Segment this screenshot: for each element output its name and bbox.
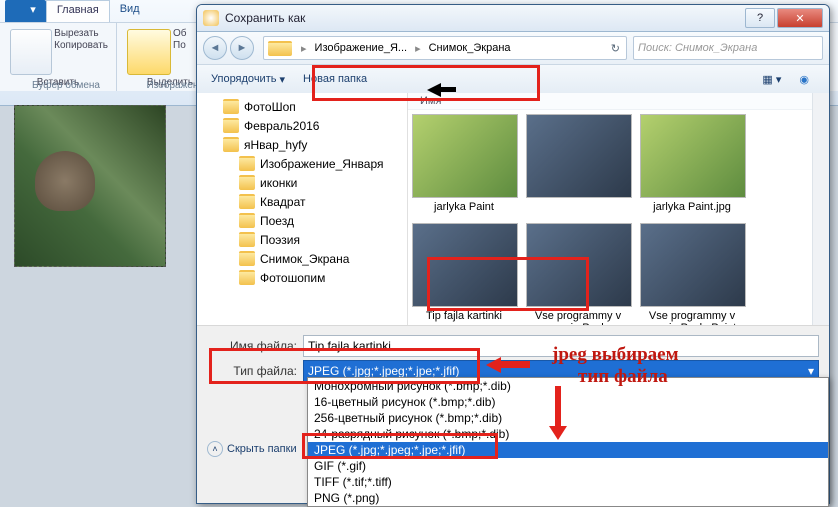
file-thumb[interactable]: Vse programmy v menju Pusk: [526, 223, 630, 334]
filename-label: Имя файла:: [207, 339, 303, 353]
tree-item-label: Снимок_Экрана: [260, 252, 349, 266]
tree-item-label: Изображение_Января: [260, 157, 384, 171]
annotation-text-2: тип файла: [578, 367, 668, 387]
tree-item-label: Фотошопим: [260, 271, 325, 285]
folder-icon: [239, 175, 255, 190]
tree-item[interactable]: Поезд: [197, 211, 407, 230]
file-thumb[interactable]: [526, 114, 630, 213]
search-input[interactable]: Поиск: Снимок_Экрана: [633, 36, 823, 60]
filetype-option[interactable]: 24-разрядный рисунок (*.bmp;*.dib): [308, 426, 828, 442]
help-toolbar-button[interactable]: ◉: [793, 70, 815, 89]
thumbnail-image: [526, 223, 632, 307]
tree-item[interactable]: яНвар_hyfy: [197, 135, 407, 154]
folder-icon: [223, 137, 239, 152]
close-button[interactable]: ✕: [777, 8, 823, 28]
organize-button[interactable]: Упорядочить ▾: [205, 70, 291, 89]
tree-item-label: яНвар_hyfy: [244, 138, 307, 152]
hide-folders-toggle[interactable]: ˄ Скрыть папки: [207, 441, 297, 457]
tree-item-label: Февраль2016: [244, 119, 319, 133]
help-button[interactable]: ?: [745, 8, 775, 28]
thumbnail-image: [412, 114, 518, 198]
copy-item[interactable]: Копировать: [54, 40, 108, 51]
filetype-option[interactable]: JPEG (*.jpg;*.jpeg;*.jpe;*.jfif): [308, 442, 828, 458]
thumbnail-image: [526, 114, 632, 198]
thumbnail-label: jarlyka Paint: [412, 201, 516, 213]
refresh-icon[interactable]: ↻: [605, 42, 626, 55]
nav-forward-button[interactable]: ►: [230, 36, 254, 60]
filetype-option[interactable]: PNG (*.png): [308, 490, 828, 506]
crop-item[interactable]: Об: [173, 28, 187, 39]
annotation-text-1: jpeg выбираем: [552, 345, 679, 365]
folder-icon: [223, 118, 239, 133]
thumbnail-label: Tip fajla kartinki: [412, 310, 516, 322]
view-options-button[interactable]: ▦ ▾: [756, 70, 787, 89]
new-folder-button[interactable]: Новая папка: [297, 70, 373, 88]
resize-item[interactable]: По: [173, 40, 187, 51]
tree-item-label: иконки: [260, 176, 297, 190]
folder-icon: [239, 194, 255, 209]
folder-icon: [239, 232, 255, 247]
tree-item-label: Поезд: [260, 214, 294, 228]
tree-item[interactable]: иконки: [197, 173, 407, 192]
breadcrumb-seg-1[interactable]: Изображение_Я...: [311, 42, 412, 54]
tab-file[interactable]: ▾: [5, 0, 46, 22]
filetype-dropdown[interactable]: Монохромный рисунок (*.bmp;*.dib)16-цвет…: [307, 377, 829, 507]
folder-icon: [239, 251, 255, 266]
folder-icon: [239, 156, 255, 171]
thumbnail-image: [412, 223, 518, 307]
tab-view[interactable]: Вид: [110, 0, 150, 22]
filetype-option[interactable]: GIF (*.gif): [308, 458, 828, 474]
tree-item[interactable]: Февраль2016: [197, 116, 407, 135]
folder-icon: [239, 270, 255, 285]
filetype-option[interactable]: 256-цветный рисунок (*.bmp;*.dib): [308, 410, 828, 426]
chevron-up-icon: ˄: [207, 441, 223, 457]
thumbnail-label: jarlyka Paint.jpg: [640, 201, 744, 213]
file-thumb[interactable]: Tip fajla kartinki: [412, 223, 516, 334]
paste-button[interactable]: [10, 29, 52, 75]
tree-item-label: Поэзия: [260, 233, 300, 247]
file-thumb[interactable]: jarlyka Paint: [412, 114, 516, 213]
tree-item-label: Квадрат: [260, 195, 306, 209]
filetype-option[interactable]: TIFF (*.tif;*.tiff): [308, 474, 828, 490]
tree-item[interactable]: Изображение_Января: [197, 154, 407, 173]
dialog-titlebar[interactable]: Сохранить как ? ✕: [197, 5, 829, 32]
folder-icon: [223, 99, 239, 114]
nav-back-button[interactable]: ◄: [203, 36, 227, 60]
tree-item[interactable]: Квадрат: [197, 192, 407, 211]
group-clipboard-label: Буфер обмена: [8, 80, 124, 91]
tree-item[interactable]: Снимок_Экрана: [197, 249, 407, 268]
filetype-option[interactable]: Монохромный рисунок (*.bmp;*.dib): [308, 378, 828, 394]
canvas-preview-image[interactable]: [14, 105, 166, 267]
thumbnail-image: [640, 223, 746, 307]
select-button[interactable]: [127, 29, 171, 75]
tab-home[interactable]: Главная: [46, 0, 110, 22]
dialog-icon: [203, 10, 219, 26]
cut-item[interactable]: Вырезать: [54, 28, 108, 39]
filetype-label: Тип файла:: [207, 364, 303, 378]
folder-icon: [268, 41, 292, 56]
folder-icon: [239, 213, 255, 228]
tree-item[interactable]: Поэзия: [197, 230, 407, 249]
dialog-title: Сохранить как: [225, 11, 305, 25]
breadcrumb[interactable]: ▸ Изображение_Я... ▸ Снимок_Экрана ↻: [263, 36, 627, 60]
tree-item[interactable]: ФотоШоп: [197, 97, 407, 116]
file-thumb[interactable]: Vse programmy v menju Pusk_Paint: [640, 223, 744, 334]
file-thumb[interactable]: jarlyka Paint.jpg: [640, 114, 744, 213]
filetype-option[interactable]: 16-цветный рисунок (*.bmp;*.dib): [308, 394, 828, 410]
tree-item-label: ФотоШоп: [244, 100, 296, 114]
tree-item[interactable]: Фотошопим: [197, 268, 407, 287]
thumbnail-image: [640, 114, 746, 198]
breadcrumb-seg-2[interactable]: Снимок_Экрана: [425, 42, 515, 54]
